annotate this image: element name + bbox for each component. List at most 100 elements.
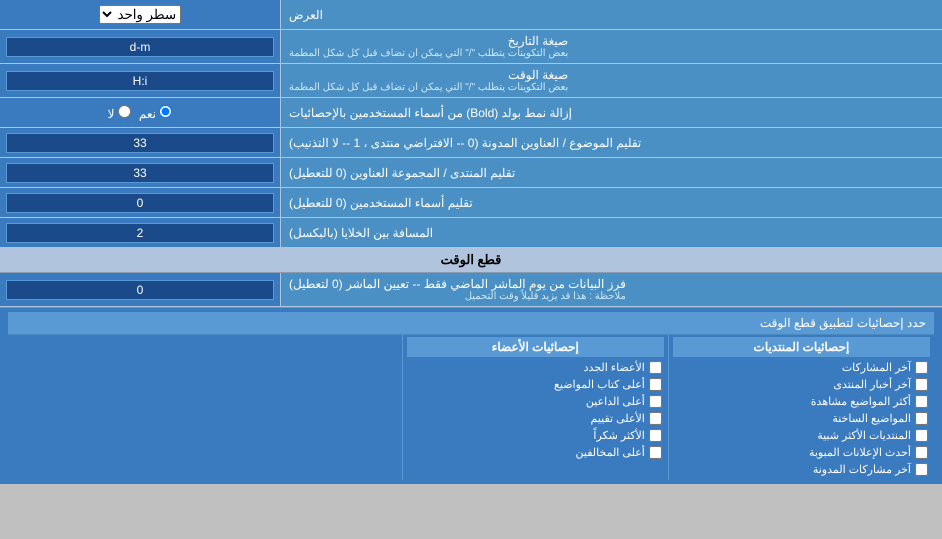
stats-item-blog-posts: آخر مشاركات المدونة (673, 461, 930, 478)
stats-col-forums: إحصائيات المنتديات آخر المشاركات آخر أخب… (668, 335, 934, 480)
display-label: العرض (280, 0, 942, 29)
date-format-input[interactable] (6, 37, 274, 57)
date-format-row: صيغة التاريخ بعض التكوينات يتطلب "/" الت… (0, 30, 942, 64)
stats-item-latest-posts: آخر المشاركات (673, 359, 930, 376)
time-cut-label: فرز البيانات من يوم الماشر الماضي فقط --… (280, 273, 942, 306)
subject-order-title: تقليم الموضوع / العناوين المدونة (0 -- ا… (289, 136, 641, 150)
display-select[interactable]: سطر واحد سطرين ثلاثة أسطر (99, 5, 181, 24)
stats-col-empty (8, 335, 402, 480)
time-cut-sublabel: ملاحظة : هذا قد يزيد قليلاً وقت التحميل (289, 291, 626, 302)
time-format-input-container (0, 64, 280, 97)
stats-item-top-rated: الأعلى تقييم (407, 410, 664, 427)
time-cut-title: فرز البيانات من يوم الماشر الماضي فقط --… (289, 277, 626, 291)
main-container: العرض سطر واحد سطرين ثلاثة أسطر صيغة الت… (0, 0, 942, 484)
username-order-input[interactable] (6, 193, 274, 213)
latest-classified-checkbox[interactable] (915, 446, 928, 459)
stats-col-members-header: إحصائيات الأعضاء (407, 337, 664, 357)
bold-radio-group: نعم لا (108, 105, 173, 121)
latest-classified-label: أحدث الإعلانات المبوبة (809, 446, 911, 459)
hot-topics-checkbox[interactable] (915, 412, 928, 425)
time-cut-input[interactable] (6, 280, 274, 300)
bold-no-text: لا (108, 107, 115, 121)
stats-item-latest-news: آخر أخبار المنتدى (673, 376, 930, 393)
top-inviters-label: أعلى الداعين (586, 395, 645, 408)
most-similar-label: المنتديات الأكثر شبية (817, 429, 911, 442)
username-order-title: تقليم أسماء المستخدمين (0 للتعطيل) (289, 196, 473, 210)
stats-col-forums-header: إحصائيات المنتديات (673, 337, 930, 357)
members-stats-title: إحصائيات الأعضاء (492, 340, 579, 354)
bold-yes-radio[interactable] (159, 105, 172, 118)
forum-order-input[interactable] (6, 163, 274, 183)
cell-distance-input-container (0, 218, 280, 247)
stats-item-most-thanks: الأكثر شكراً (407, 427, 664, 444)
cell-distance-input[interactable] (6, 223, 274, 243)
stats-item-top-writers: أعلى كتاب المواضيع (407, 376, 664, 393)
blog-posts-checkbox[interactable] (915, 463, 928, 476)
date-format-input-container (0, 30, 280, 63)
stats-item-hot-topics: المواضيع الساخنة (673, 410, 930, 427)
forums-stats-title: إحصائيات المنتديات (754, 340, 850, 354)
stats-item-latest-classified: أحدث الإعلانات المبوبة (673, 444, 930, 461)
forum-order-label: تقليم المنتدى / المجموعة العناوين (0 للت… (280, 158, 942, 187)
display-select-container: سطر واحد سطرين ثلاثة أسطر (0, 0, 280, 29)
time-cut-section-header: قطع الوقت (0, 248, 942, 273)
username-order-input-container (0, 188, 280, 217)
new-members-label: الأعضاء الجدد (584, 361, 645, 374)
top-rated-checkbox[interactable] (649, 412, 662, 425)
bold-no-radio[interactable] (118, 105, 131, 118)
cell-distance-label: المسافة بين الخلايا (بالبكسل) (280, 218, 942, 247)
date-format-title: صيغة التاريخ (289, 34, 568, 48)
latest-posts-checkbox[interactable] (915, 361, 928, 374)
top-label-row: العرض سطر واحد سطرين ثلاثة أسطر (0, 0, 942, 30)
top-writers-label: أعلى كتاب المواضيع (554, 378, 645, 391)
subject-order-row: تقليم الموضوع / العناوين المدونة (0 -- ا… (0, 128, 942, 158)
top-rated-label: الأعلى تقييم (591, 412, 645, 425)
latest-news-checkbox[interactable] (915, 378, 928, 391)
subject-order-input[interactable] (6, 133, 274, 153)
bold-remove-label: إزالة نمط بولد (Bold) من أسماء المستخدمي… (280, 98, 942, 127)
cell-distance-title: المسافة بين الخلايا (بالبكسل) (289, 226, 433, 240)
time-format-title: صيغة الوقت (289, 68, 568, 82)
stats-header: حدد إحصائيات لتطبيق قطع الوقت (8, 312, 934, 335)
hot-topics-label: المواضيع الساخنة (832, 412, 911, 425)
most-viewed-checkbox[interactable] (915, 395, 928, 408)
forum-order-row: تقليم المنتدى / المجموعة العناوين (0 للت… (0, 158, 942, 188)
time-format-row: صيغة الوقت بعض التكوينات يتطلب "/" التي … (0, 64, 942, 98)
stats-header-text: حدد إحصائيات لتطبيق قطع الوقت (760, 316, 926, 330)
time-cut-row: فرز البيانات من يوم الماشر الماضي فقط --… (0, 273, 942, 307)
bold-yes-label[interactable]: نعم (139, 105, 172, 121)
stats-item-top-inviters: أعلى الداعين (407, 393, 664, 410)
forum-order-input-container (0, 158, 280, 187)
time-format-input[interactable] (6, 71, 274, 91)
blog-posts-label: آخر مشاركات المدونة (813, 463, 911, 476)
subject-order-input-container (0, 128, 280, 157)
time-cut-input-container (0, 273, 280, 306)
stats-columns: إحصائيات المنتديات آخر المشاركات آخر أخب… (8, 335, 934, 480)
forum-order-title: تقليم المنتدى / المجموعة العناوين (0 للت… (289, 166, 515, 180)
bold-yes-text: نعم (139, 107, 156, 121)
display-text: العرض (289, 8, 323, 22)
top-inviters-checkbox[interactable] (649, 395, 662, 408)
bold-remove-row: إزالة نمط بولد (Bold) من أسماء المستخدمي… (0, 98, 942, 128)
bold-remove-title: إزالة نمط بولد (Bold) من أسماء المستخدمي… (289, 106, 572, 120)
username-order-label: تقليم أسماء المستخدمين (0 للتعطيل) (280, 188, 942, 217)
stats-item-most-viewed: أكثر المواضيع مشاهدة (673, 393, 930, 410)
most-thanks-checkbox[interactable] (649, 429, 662, 442)
top-violators-label: أعلى المخالفين (576, 446, 645, 459)
latest-news-label: آخر أخبار المنتدى (833, 378, 911, 391)
bold-no-label[interactable]: لا (108, 105, 131, 121)
stats-section: حدد إحصائيات لتطبيق قطع الوقت إحصائيات ا… (0, 307, 942, 484)
time-cut-header-text: قطع الوقت (441, 252, 502, 267)
date-format-sublabel: بعض التكوينات يتطلب "/" التي يمكن ان تضا… (289, 48, 568, 59)
most-viewed-label: أكثر المواضيع مشاهدة (811, 395, 911, 408)
top-writers-checkbox[interactable] (649, 378, 662, 391)
stats-col-members: إحصائيات الأعضاء الأعضاء الجدد أعلى كتاب… (402, 335, 668, 480)
date-format-label: صيغة التاريخ بعض التكوينات يتطلب "/" الت… (280, 30, 942, 63)
stats-item-most-similar: المنتديات الأكثر شبية (673, 427, 930, 444)
most-similar-checkbox[interactable] (915, 429, 928, 442)
top-violators-checkbox[interactable] (649, 446, 662, 459)
most-thanks-label: الأكثر شكراً (593, 429, 644, 442)
time-format-sublabel: بعض التكوينات يتطلب "/" التي يمكن ان تضا… (289, 82, 568, 93)
new-members-checkbox[interactable] (649, 361, 662, 374)
stats-item-new-members: الأعضاء الجدد (407, 359, 664, 376)
